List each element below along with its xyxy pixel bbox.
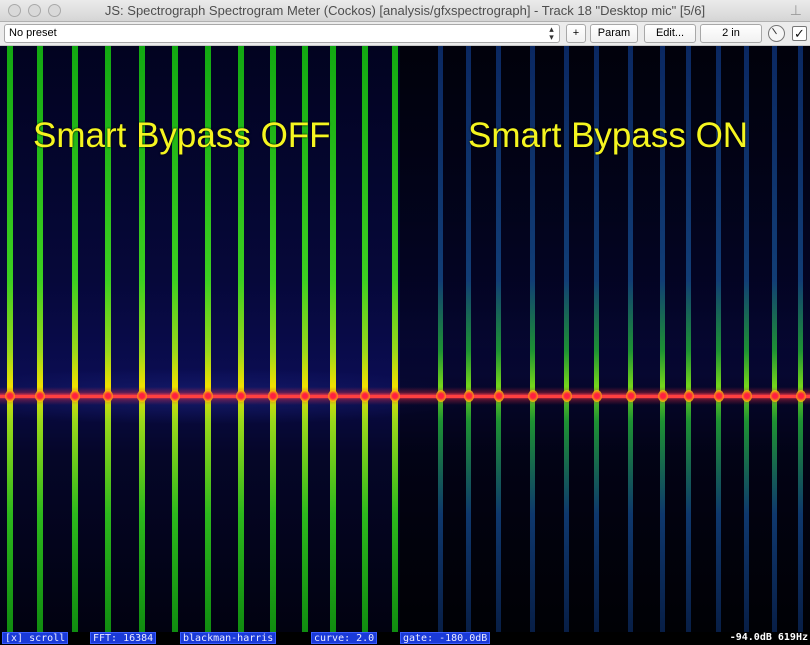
title-bar: JS: Spectrograph Spectrogram Meter (Cock… xyxy=(0,0,810,22)
harmonic-line xyxy=(798,46,803,632)
harmonic-line xyxy=(772,46,777,632)
checkbox-icon[interactable]: ✓ xyxy=(792,26,807,41)
harmonic-peak xyxy=(436,390,446,402)
status-bar: [x] scroll FFT: 16384 blackman-harris cu… xyxy=(0,632,810,645)
spectrogram-view[interactable]: Smart Bypass OFF Smart Bypass ON xyxy=(0,46,810,632)
harmonic-peak xyxy=(268,390,278,402)
window-function-chip[interactable]: blackman-harris xyxy=(180,632,277,644)
harmonic-line xyxy=(392,46,398,632)
edit-button[interactable]: Edit... xyxy=(644,24,696,43)
harmonic-peak xyxy=(796,390,806,402)
harmonic-peak xyxy=(203,390,213,402)
harmonic-line xyxy=(362,46,368,632)
harmonic-peak xyxy=(70,390,80,402)
fft-size-chip[interactable]: FFT: 16384 xyxy=(90,632,157,644)
smart-bypass-off-label: Smart Bypass OFF xyxy=(33,116,331,155)
harmonic-peak xyxy=(5,390,15,402)
harmonic-peak xyxy=(464,390,474,402)
harmonic-peak xyxy=(300,390,310,402)
harmonic-peak xyxy=(562,390,572,402)
harmonic-peak xyxy=(103,390,113,402)
smart-bypass-on-label: Smart Bypass ON xyxy=(468,116,749,155)
window-title: JS: Spectrograph Spectrogram Meter (Cock… xyxy=(104,3,706,18)
harmonic-peak xyxy=(528,390,538,402)
wet-knob-icon[interactable] xyxy=(768,25,785,42)
harmonic-peak xyxy=(35,390,45,402)
harmonic-line xyxy=(7,46,13,632)
fx-toolbar: No preset ▴ ▾ + Param Edit... 2 in ✓ xyxy=(0,22,810,46)
harmonic-peak xyxy=(684,390,694,402)
harmonic-peak xyxy=(770,390,780,402)
curve-chip[interactable]: curve: 2.0 xyxy=(311,632,378,644)
harmonic-line xyxy=(438,46,443,632)
harmonic-peak xyxy=(390,390,400,402)
io-button[interactable]: 2 in xyxy=(700,24,762,43)
harmonic-peak xyxy=(494,390,504,402)
pin-icon[interactable]: ⊥ xyxy=(790,2,802,19)
scroll-toggle[interactable]: [x] scroll xyxy=(2,632,69,644)
preset-value: No preset xyxy=(9,27,57,39)
harmonic-peak xyxy=(360,390,370,402)
harmonic-peak xyxy=(170,390,180,402)
harmonic-peak xyxy=(626,390,636,402)
updown-arrows-icon: ▴ ▾ xyxy=(549,24,554,42)
preset-select[interactable]: No preset ▴ ▾ xyxy=(4,24,560,43)
cursor-readout: -94.0dB 619Hz xyxy=(729,632,808,643)
harmonic-peak xyxy=(328,390,338,402)
harmonic-peak xyxy=(236,390,246,402)
harmonic-peak xyxy=(137,390,147,402)
harmonic-peak xyxy=(592,390,602,402)
harmonic-peak xyxy=(658,390,668,402)
add-preset-button[interactable]: + xyxy=(566,24,586,43)
param-button[interactable]: Param xyxy=(590,24,638,43)
gate-chip[interactable]: gate: -180.0dB xyxy=(400,632,491,644)
harmonic-peak xyxy=(742,390,752,402)
harmonic-peak xyxy=(714,390,724,402)
